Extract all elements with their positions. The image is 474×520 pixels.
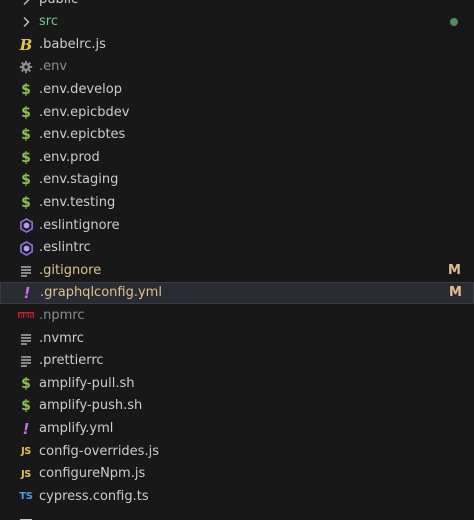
babel-icon: B <box>19 35 33 54</box>
file-name: configureNpm.js <box>39 466 146 482</box>
dollar-icon: $ <box>21 81 31 98</box>
file-row-src[interactable]: src <box>0 11 474 33</box>
exclamation-icon: ! <box>23 284 31 303</box>
npm-icon <box>18 308 34 324</box>
dollar-icon: $ <box>21 104 31 121</box>
git-changes-dot <box>450 18 458 27</box>
ts-icon: TS <box>19 491 33 503</box>
file-name: cypress.config.ts <box>39 488 149 504</box>
file-row-graphqlconfig-yml[interactable]: ! .graphqlconfig.yml M <box>0 282 474 305</box>
eslint-icon <box>18 240 34 256</box>
lines-icon <box>18 263 34 279</box>
file-row-eslintrc[interactable]: .eslintrc <box>0 237 474 259</box>
file-name: public <box>39 0 78 11</box>
partial-icon <box>18 511 34 520</box>
file-row-partial[interactable] <box>0 508 474 520</box>
file-name: .nvmrc <box>39 330 84 346</box>
file-name: .env.develop <box>39 81 122 97</box>
file-name: amplify.yml <box>39 420 114 436</box>
chevron-right-icon <box>18 0 34 8</box>
lines-icon <box>18 331 34 347</box>
dollar-icon: $ <box>21 172 31 189</box>
file-row-env[interactable]: .env <box>0 56 474 78</box>
lines-icon <box>18 353 34 369</box>
file-row-gitignore[interactable]: .gitignore M <box>0 260 474 282</box>
file-row-config-overrides-js[interactable]: JS config-overrides.js <box>0 441 474 463</box>
file-row-env-epicbtes[interactable]: $ .env.epicbtes <box>0 124 474 146</box>
chevron-right-icon <box>18 14 34 30</box>
git-modified-badge: M <box>449 285 462 301</box>
exclamation-icon: ! <box>22 419 30 438</box>
file-row-env-develop[interactable]: $ .env.develop <box>0 79 474 101</box>
file-row-env-prod[interactable]: $ .env.prod <box>0 147 474 169</box>
git-modified-badge: M <box>448 262 461 278</box>
dollar-icon: $ <box>21 398 31 415</box>
dollar-icon: $ <box>21 127 31 144</box>
file-row-env-staging[interactable]: $ .env.staging <box>0 169 474 191</box>
file-name: .env <box>39 59 68 75</box>
file-row-amplify-yml[interactable]: ! amplify.yml <box>0 418 474 440</box>
file-name: .graphqlconfig.yml <box>40 285 162 301</box>
file-name: config-overrides.js <box>39 443 159 459</box>
file-name: .eslintrc <box>39 240 91 256</box>
gear-icon <box>18 59 34 75</box>
file-name: .eslintignore <box>39 217 120 233</box>
file-row-babelrc-js[interactable]: B .babelrc.js <box>0 34 474 56</box>
file-name: .gitignore <box>39 262 102 278</box>
file-name: .env.testing <box>39 194 116 210</box>
file-name: .babelrc.js <box>39 36 106 52</box>
file-row-amplify-push-sh[interactable]: $ amplify-push.sh <box>0 395 474 417</box>
js-icon: JS <box>21 446 31 457</box>
file-name: .env.prod <box>39 149 100 165</box>
file-row-nvmrc[interactable]: .nvmrc <box>0 328 474 350</box>
file-row-prettierrc[interactable]: .prettierrc <box>0 350 474 372</box>
dollar-icon: $ <box>21 375 31 392</box>
file-name: .env.epicbtes <box>39 127 126 143</box>
dollar-icon: $ <box>21 149 31 166</box>
js-icon: JS <box>21 468 31 480</box>
file-row-env-testing[interactable]: $ .env.testing <box>0 192 474 214</box>
file-explorer: public src B .babelrc.js .env $ .env.develop $.… <box>0 0 474 520</box>
file-name: .npmrc <box>39 307 85 323</box>
file-row-env-epicbdev[interactable]: $ .env.epicbdev <box>0 102 474 124</box>
file-name: amplify-pull.sh <box>39 375 135 391</box>
file-row-npmrc[interactable]: .npmrc <box>0 305 474 327</box>
file-row-eslintignore[interactable]: .eslintignore <box>0 215 474 237</box>
file-name: .env.staging <box>39 172 119 188</box>
eslint-icon <box>18 218 34 234</box>
file-row-public[interactable]: public <box>0 0 474 11</box>
file-row-cypress-config-ts[interactable]: TS cypress.config.ts <box>0 486 474 508</box>
file-row-configurenpm-js[interactable]: JS configureNpm.js <box>0 463 474 485</box>
file-name: src <box>39 14 58 30</box>
file-row-amplify-pull-sh[interactable]: $ amplify-pull.sh <box>0 373 474 395</box>
dollar-icon: $ <box>21 194 31 211</box>
file-name: .env.epicbdev <box>39 104 130 120</box>
file-name: amplify-push.sh <box>39 398 143 414</box>
file-name: .prettierrc <box>39 353 104 369</box>
